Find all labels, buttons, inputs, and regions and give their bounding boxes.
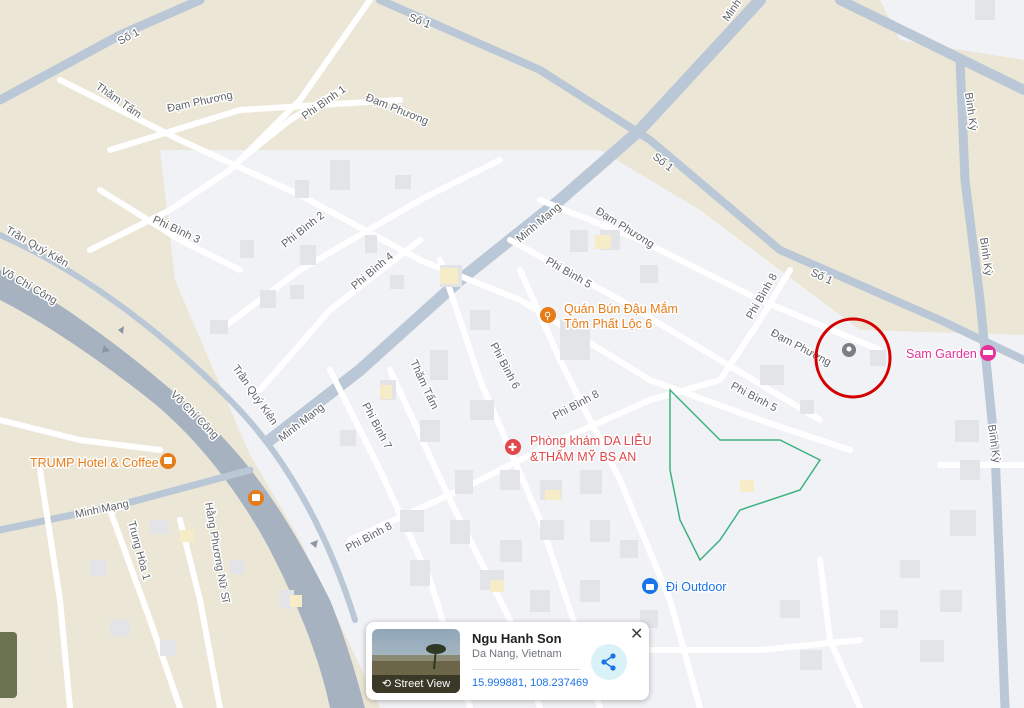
divider [472, 669, 580, 670]
hospital-glyph: ✚ [508, 441, 517, 454]
street-view-icon: ⟲ [381, 678, 395, 690]
street-view-text: Street View [394, 678, 451, 690]
poi-label: Quán Bún Đậu Mắm [564, 301, 678, 316]
imagery-thumbnail[interactable] [0, 632, 17, 698]
poi-label: Sam Garden [906, 347, 977, 361]
dropped-pin[interactable] [842, 343, 856, 357]
shopping-glyph [646, 584, 654, 590]
restaurant-glyph: ⚲ [544, 311, 551, 322]
share-button[interactable] [591, 644, 627, 680]
coordinates-link[interactable]: 15.999881, 108.237469 [472, 677, 588, 689]
cafe-glyph [164, 457, 172, 464]
poi-di-outdoor[interactable]: Đi Outdoor [642, 578, 728, 596]
hotel-glyph [983, 350, 993, 355]
poi-cafe-river[interactable] [248, 490, 264, 506]
poi-trump-hotel[interactable]: TRUMP Hotel & Coffee [29, 453, 176, 472]
place-card: ⟲ Street View Ngu Hanh Son Da Nang, Viet… [366, 622, 649, 700]
cafe-glyph [252, 494, 260, 501]
street-view-label[interactable]: ⟲ Street View [372, 675, 460, 693]
place-title: Ngu Hanh Son [472, 631, 562, 646]
street-view-thumbnail[interactable]: ⟲ Street View [372, 629, 460, 693]
poi-sam-garden[interactable]: Sam Garden [905, 345, 996, 363]
poi-label: &THẨM MỸ BS AN [530, 449, 636, 464]
poi-label: Tôm Phất Lộc 6 [564, 317, 652, 331]
poi-label: TRUMP Hotel & Coffee [30, 456, 159, 470]
place-subtitle: Da Nang, Vietnam [472, 648, 562, 660]
map-canvas[interactable]: Số 1 Số 1 Số 1 Số 1 Thăm Tấm Đạm Phương … [0, 0, 1024, 708]
poi-label: Đi Outdoor [666, 580, 726, 594]
poi-label: Phòng khám DA LIỄU [530, 433, 652, 448]
close-button[interactable]: ✕ [630, 624, 643, 644]
share-icon [601, 653, 616, 671]
pin-dot [846, 346, 852, 352]
